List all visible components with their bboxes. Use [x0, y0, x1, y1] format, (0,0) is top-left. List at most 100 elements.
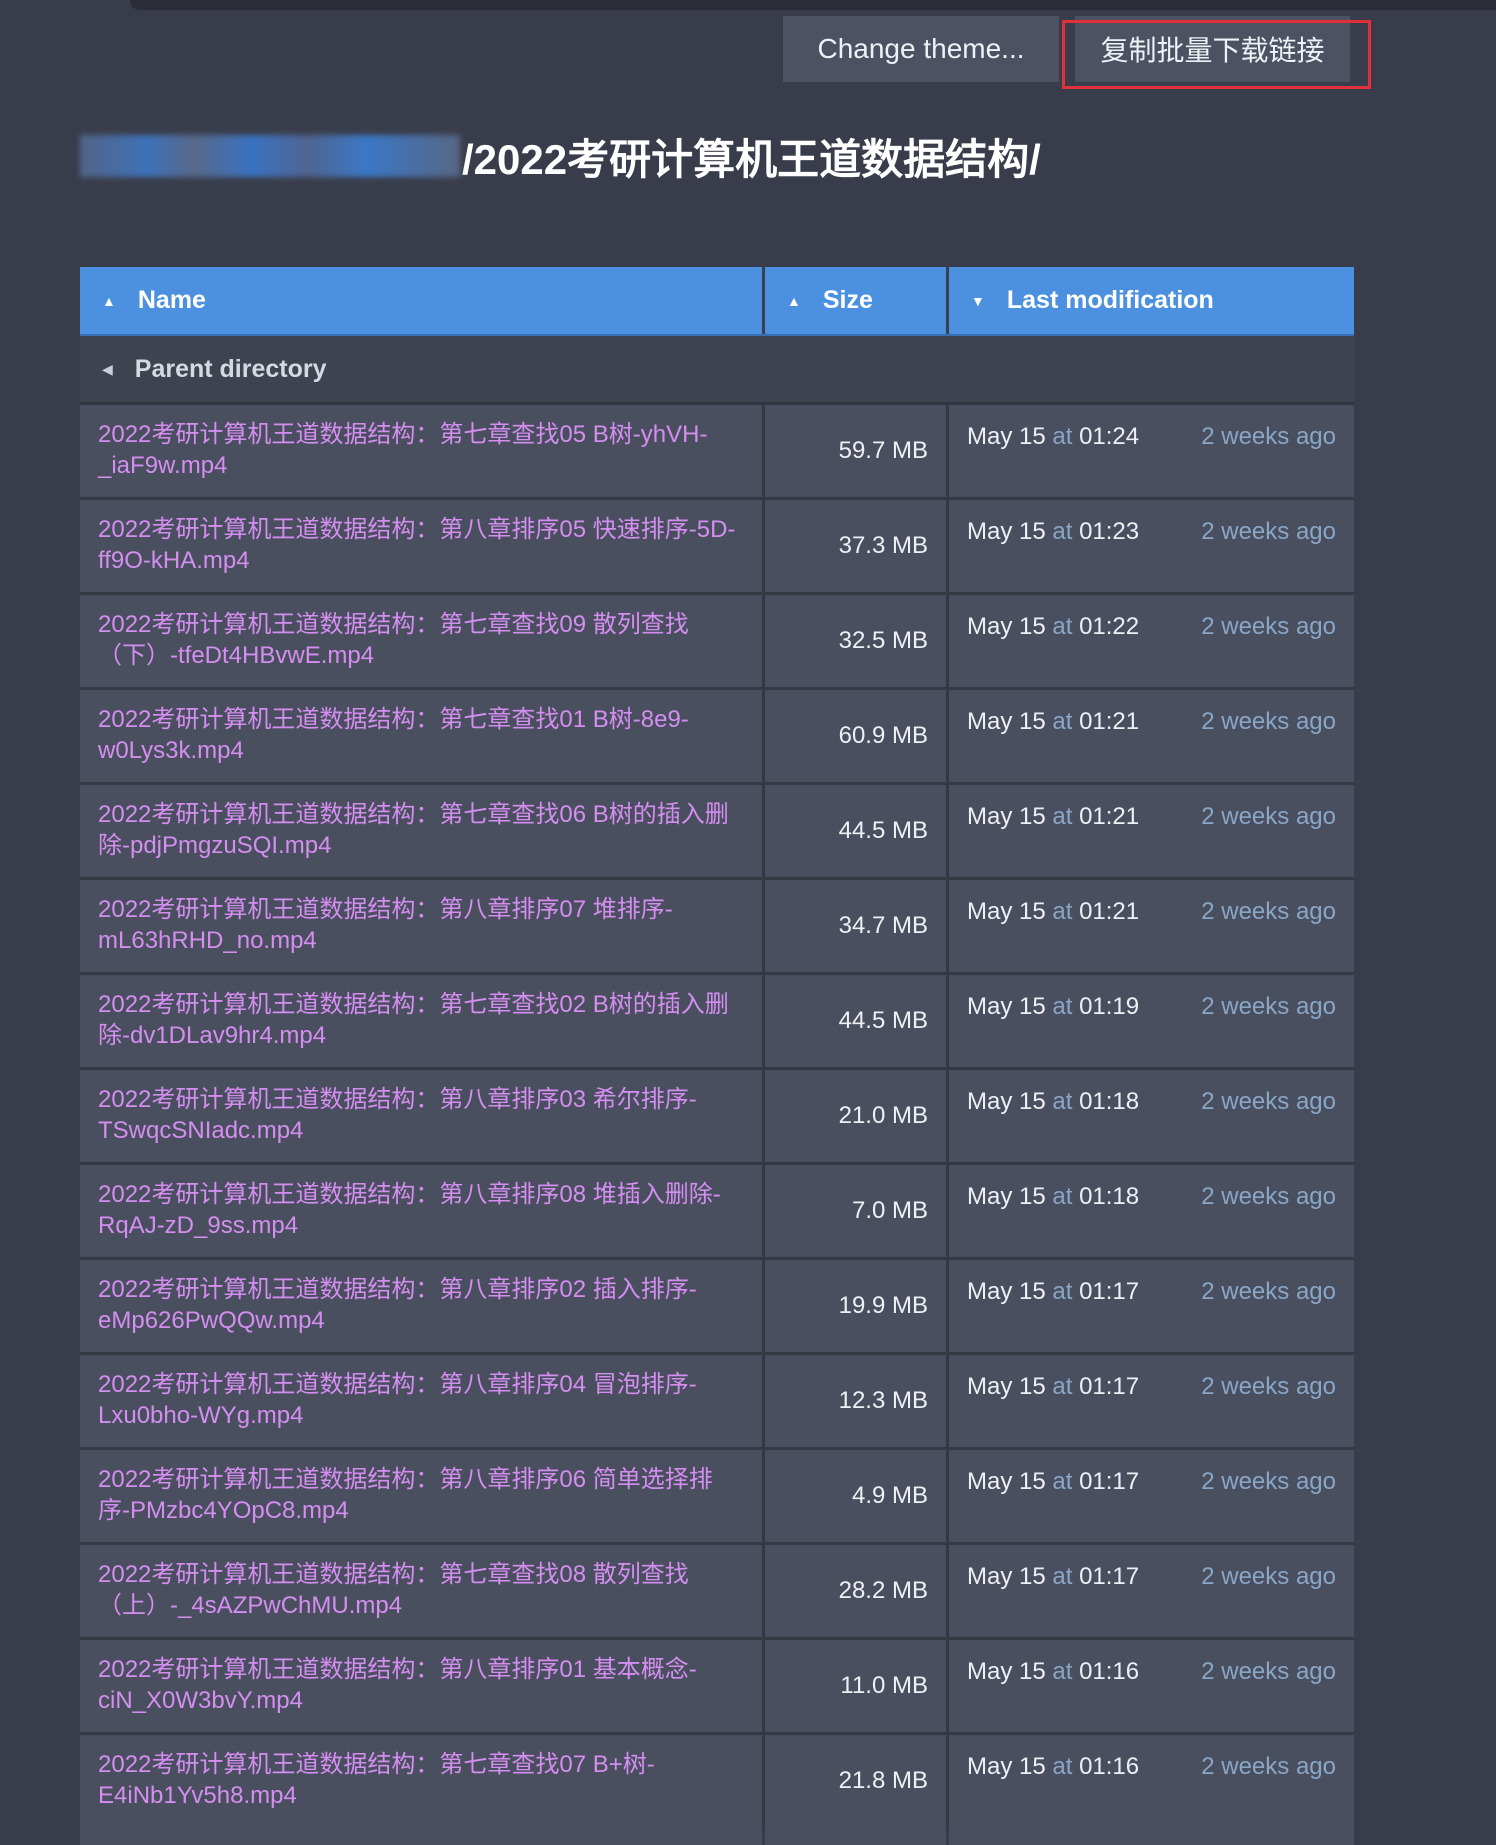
modified-date: May 15	[967, 993, 1046, 1020]
modified-date: May 15	[967, 423, 1046, 450]
modified-header-label: Last modification	[1006, 286, 1214, 314]
file-name-link[interactable]: 2022考研计算机王道数据结构：第七章查找06 B树的插入删除-pdjPmgzu…	[80, 785, 765, 877]
window-top-strip	[0, 0, 1496, 12]
modified-at: at	[1052, 993, 1073, 1020]
modified-cell: May 15 at 01:21 2 weeks ago	[949, 785, 1354, 877]
modified-time: 01:17	[1079, 1373, 1140, 1400]
modified-time: 01:23	[1079, 518, 1140, 545]
modified-cell: May 15 at 01:18 2 weeks ago	[949, 1070, 1354, 1162]
sort-by-name-header[interactable]: ▲ Name	[80, 267, 765, 334]
file-size: 19.9 MB	[765, 1260, 949, 1352]
table-row: 2022考研计算机王道数据结构：第七章查找09 散列查找（下）-tfeDt4HB…	[80, 595, 1354, 690]
modified-time: 01:18	[1079, 1088, 1140, 1115]
table-row: 2022考研计算机王道数据结构：第七章查找02 B树的插入删除-dv1DLav9…	[80, 975, 1354, 1070]
modified-datetime: May 15 at 01:18	[967, 1088, 1139, 1162]
modified-cell: May 15 at 01:17 2 weeks ago	[949, 1260, 1354, 1352]
table-row: 2022考研计算机王道数据结构：第七章查找01 B树-8e9-w0Lys3k.m…	[80, 690, 1354, 785]
modified-cell: May 15 at 01:17 2 weeks ago	[949, 1450, 1354, 1542]
modified-at: at	[1052, 898, 1073, 925]
modified-relative: 2 weeks ago	[1201, 993, 1336, 1020]
modified-time: 01:22	[1079, 613, 1140, 640]
file-name-link[interactable]: 2022考研计算机王道数据结构：第七章查找05 B树-yhVH-_iaF9w.m…	[80, 405, 765, 497]
modified-cell: May 15 at 01:22 2 weeks ago	[949, 595, 1354, 687]
modified-at: at	[1052, 1183, 1073, 1210]
table-row: 2022考研计算机王道数据结构：第八章排序04 冒泡排序-Lxu0bho-WYg…	[80, 1355, 1354, 1450]
modified-cell: May 15 at 01:19 2 weeks ago	[949, 975, 1354, 1067]
parent-directory-label: Parent directory	[134, 354, 327, 383]
modified-at: at	[1052, 1088, 1073, 1115]
file-name-link[interactable]: 2022考研计算机王道数据结构：第七章查找07 B+树-E4iNb1Yv5h8.…	[80, 1735, 765, 1827]
modified-date: May 15	[967, 1183, 1046, 1210]
modified-cell: May 15 at 01:21 2 weeks ago	[949, 690, 1354, 782]
file-size: 59.7 MB	[765, 405, 949, 497]
modified-relative: 2 weeks ago	[1201, 898, 1336, 925]
file-name-link[interactable]: 2022考研计算机王道数据结构：第八章排序05 快速排序-5D-ff9O-kHA…	[80, 500, 765, 592]
file-name-link[interactable]: 2022考研计算机王道数据结构：第七章查找01 B树-8e9-w0Lys3k.m…	[80, 690, 765, 782]
file-size: 11.0 MB	[765, 1640, 949, 1732]
table-row: 2022考研计算机王道数据结构：第八章排序01 基本概念-ciN_X0W3bvY…	[80, 1640, 1354, 1735]
modified-relative: 2 weeks ago	[1201, 803, 1336, 830]
modified-date: May 15	[967, 1278, 1046, 1305]
next-row-name-cell	[80, 1826, 762, 1845]
modified-at: at	[1052, 708, 1073, 735]
parent-directory-link[interactable]: ◀ Parent directory	[80, 336, 1354, 405]
modified-datetime: May 15 at 01:17	[967, 1373, 1139, 1447]
size-header-label: Size	[822, 286, 873, 314]
modified-relative: 2 weeks ago	[1201, 708, 1336, 735]
modified-time: 01:17	[1079, 1563, 1140, 1590]
modified-cell: May 15 at 01:16 2 weeks ago	[949, 1640, 1354, 1732]
modified-date: May 15	[967, 1373, 1046, 1400]
modified-datetime: May 15 at 01:21	[967, 898, 1139, 972]
sort-desc-icon: ▼	[971, 292, 985, 309]
modified-datetime: May 15 at 01:16	[967, 1658, 1139, 1732]
file-name-link[interactable]: 2022考研计算机王道数据结构：第七章查找02 B树的插入删除-dv1DLav9…	[80, 975, 765, 1067]
modified-at: at	[1052, 1658, 1073, 1685]
file-name-link[interactable]: 2022考研计算机王道数据结构：第八章排序07 堆排序-mL63hRHD_no.…	[80, 880, 765, 972]
modified-date: May 15	[967, 898, 1046, 925]
modified-time: 01:21	[1079, 898, 1140, 925]
modified-date: May 15	[967, 1658, 1046, 1685]
sort-by-size-header[interactable]: ▲ Size	[765, 267, 949, 334]
sort-by-modified-header[interactable]: ▼ Last modification	[949, 267, 1354, 334]
file-listing-table: ▲ Name ▲ Size ▼ Last modification ◀ Pare…	[80, 267, 1354, 1830]
modified-time: 01:16	[1079, 1658, 1140, 1685]
file-name-link[interactable]: 2022考研计算机王道数据结构：第八章排序01 基本概念-ciN_X0W3bvY…	[80, 1640, 765, 1732]
modified-time: 01:21	[1079, 708, 1140, 735]
copy-button-highlight-box	[1062, 20, 1371, 89]
file-size: 4.9 MB	[765, 1450, 949, 1542]
table-row: 2022考研计算机王道数据结构：第八章排序06 简单选择排序-PMzbc4YOp…	[80, 1450, 1354, 1545]
modified-date: May 15	[967, 518, 1046, 545]
modified-at: at	[1052, 1373, 1073, 1400]
modified-datetime: May 15 at 01:22	[967, 613, 1139, 687]
modified-cell: May 15 at 01:16 2 weeks ago	[949, 1735, 1354, 1827]
file-name-link[interactable]: 2022考研计算机王道数据结构：第八章排序04 冒泡排序-Lxu0bho-WYg…	[80, 1355, 765, 1447]
file-name-link[interactable]: 2022考研计算机王道数据结构：第八章排序02 插入排序-eMp626PwQQw…	[80, 1260, 765, 1352]
file-name-link[interactable]: 2022考研计算机王道数据结构：第八章排序08 堆插入删除-RqAJ-zD_9s…	[80, 1165, 765, 1257]
redacted-host-link[interactable]	[80, 135, 460, 177]
modified-relative: 2 weeks ago	[1201, 1373, 1336, 1400]
modified-time: 01:16	[1079, 1753, 1140, 1780]
file-rows: 2022考研计算机王道数据结构：第七章查找05 B树-yhVH-_iaF9w.m…	[80, 405, 1354, 1830]
file-name-link[interactable]: 2022考研计算机王道数据结构：第七章查找08 散列查找（上）-_4sAZPwC…	[80, 1545, 765, 1637]
back-arrow-icon: ◀	[102, 360, 113, 377]
modified-cell: May 15 at 01:24 2 weeks ago	[949, 405, 1354, 497]
file-size: 37.3 MB	[765, 500, 949, 592]
breadcrumb-path: /2022考研计算机王道数据结构/	[462, 135, 1041, 183]
change-theme-button[interactable]: Change theme...	[783, 16, 1059, 82]
file-name-link[interactable]: 2022考研计算机王道数据结构：第七章查找09 散列查找（下）-tfeDt4HB…	[80, 595, 765, 687]
modified-date: May 15	[967, 708, 1046, 735]
file-name-link[interactable]: 2022考研计算机王道数据结构：第八章排序06 简单选择排序-PMzbc4YOp…	[80, 1450, 765, 1542]
modified-date: May 15	[967, 803, 1046, 830]
modified-relative: 2 weeks ago	[1201, 1563, 1336, 1590]
modified-cell: May 15 at 01:23 2 weeks ago	[949, 500, 1354, 592]
modified-at: at	[1052, 1278, 1073, 1305]
modified-at: at	[1052, 1563, 1073, 1590]
file-size: 21.8 MB	[765, 1735, 949, 1827]
window-top-bar	[130, 0, 1496, 10]
modified-at: at	[1052, 423, 1073, 450]
file-size: 34.7 MB	[765, 880, 949, 972]
modified-date: May 15	[967, 1753, 1046, 1780]
table-row: 2022考研计算机王道数据结构：第八章排序03 希尔排序-TSwqcSNIadc…	[80, 1070, 1354, 1165]
modified-relative: 2 weeks ago	[1201, 1088, 1336, 1115]
file-name-link[interactable]: 2022考研计算机王道数据结构：第八章排序03 希尔排序-TSwqcSNIadc…	[80, 1070, 765, 1162]
